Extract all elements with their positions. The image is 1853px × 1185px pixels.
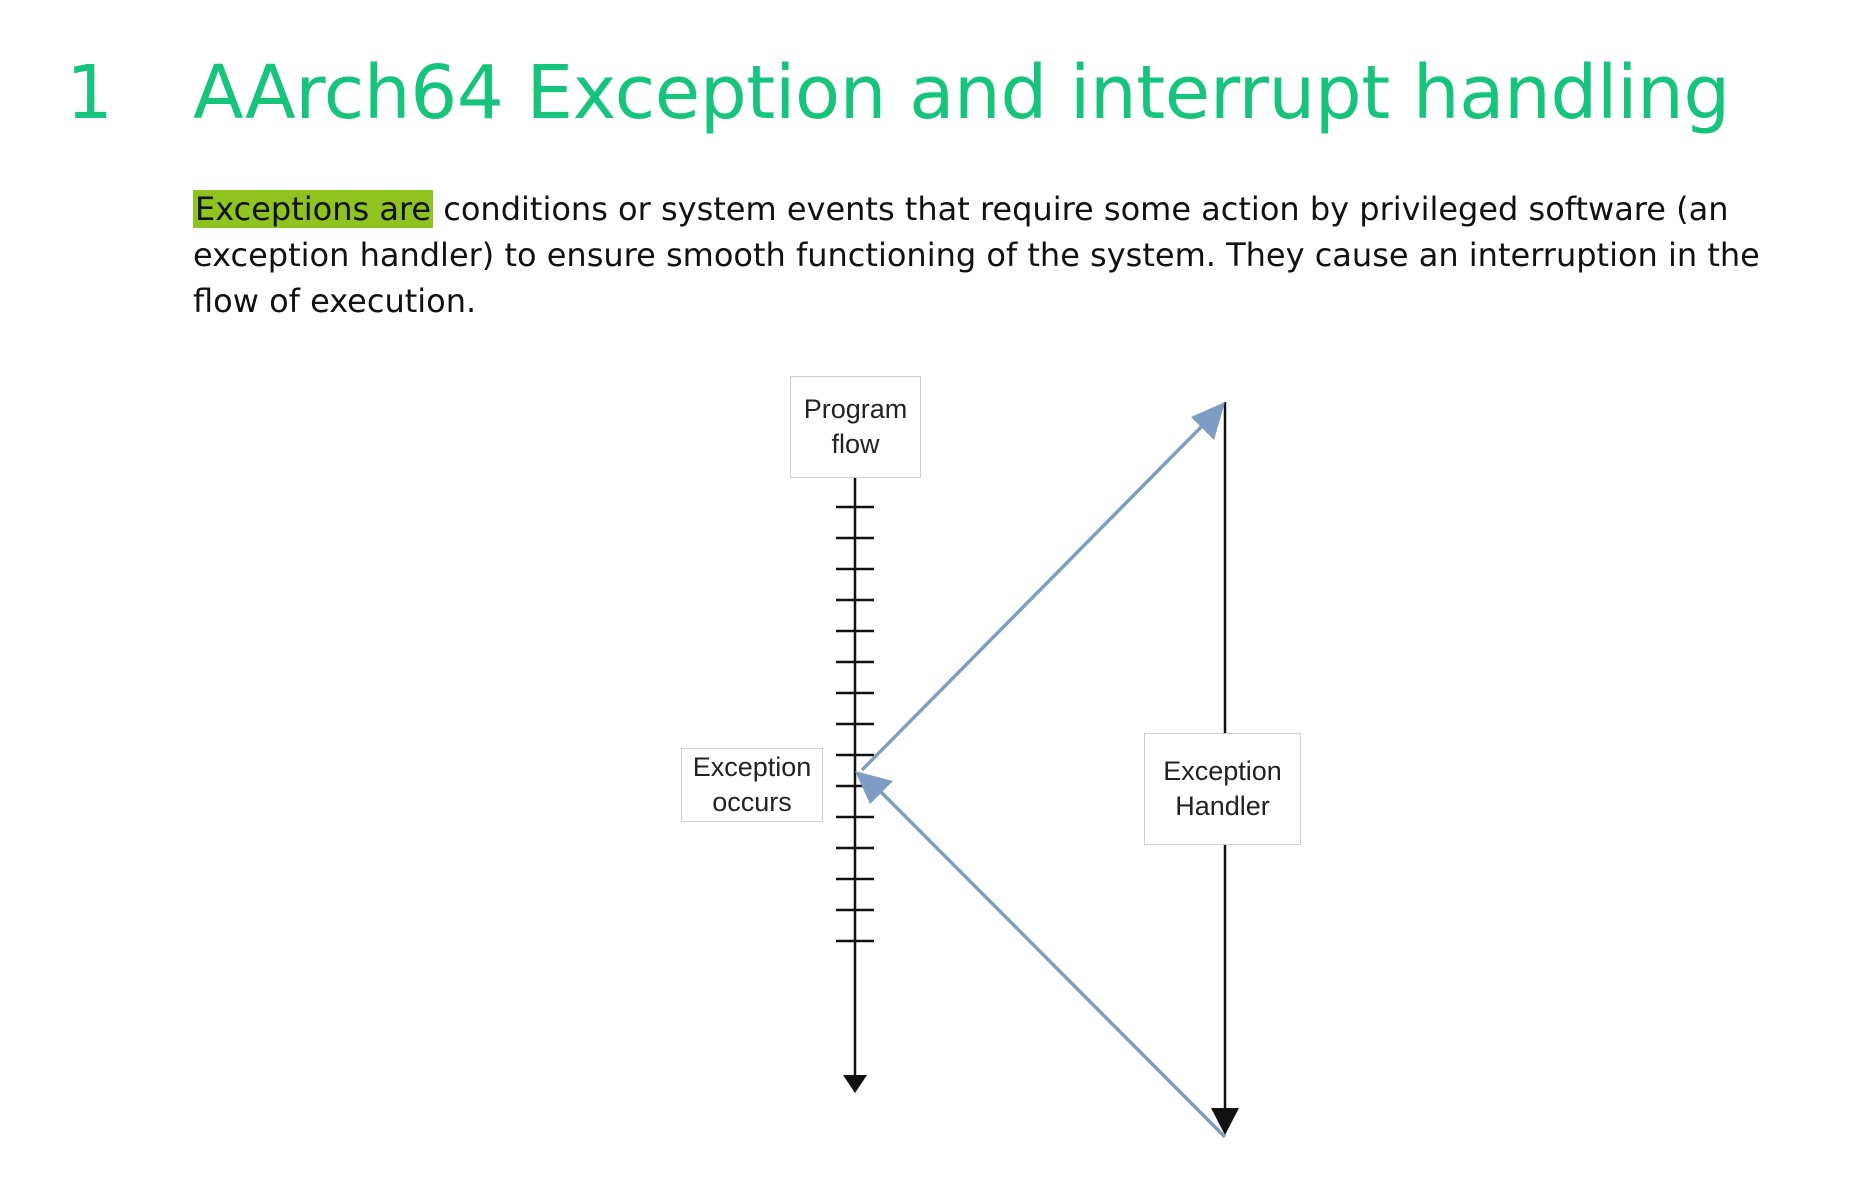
exception-flow-diagram	[836, 402, 1239, 1139]
program-flow-arrowhead	[843, 1075, 867, 1093]
handler-arrowhead	[1211, 1108, 1239, 1135]
program-flow-label: Program flow	[790, 376, 921, 478]
exception-handler-label: Exception Handler	[1144, 733, 1301, 845]
exception-occurs-label: Exception occurs	[681, 748, 823, 822]
